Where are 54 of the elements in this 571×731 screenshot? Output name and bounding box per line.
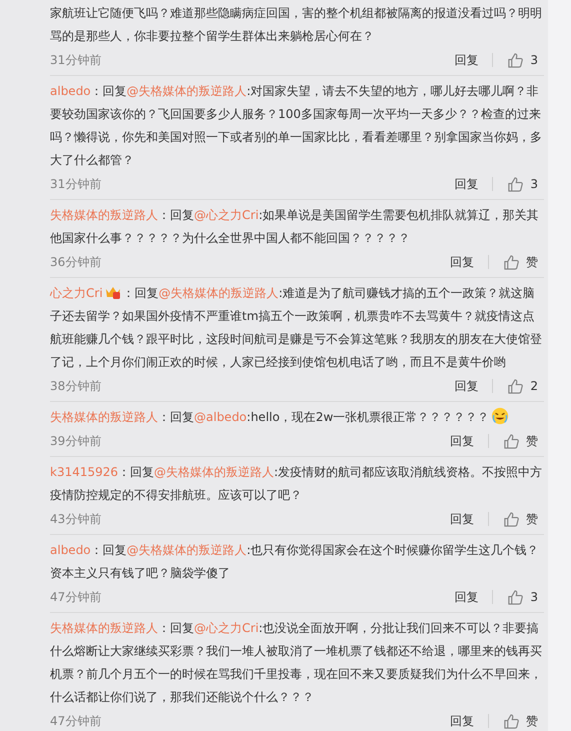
reply-link[interactable]: 回复 [454, 378, 478, 394]
thumbs-up-icon[interactable] [507, 378, 524, 394]
thumbs-up-icon[interactable] [503, 432, 520, 450]
comment-text: 失格媒体的叛逆路人：回复@心之力Cri:如果单说是美国留学生需要包机排队就算辽，那关其他国家什么事？？？？？为什么全世界中国人都不能回国？？？？？ [50, 207, 540, 247]
like-count: 3 [530, 177, 538, 191]
timestamp: 36分钟前 [50, 254, 102, 270]
timestamp: 31分钟前 [50, 176, 102, 192]
like-count: 赞 [526, 712, 538, 730]
user-link[interactable]: albedo [50, 84, 91, 98]
mention-link[interactable]: @失格媒体的叛逆路人 [158, 286, 279, 300]
comment-text: k31415926：回复@失格媒体的叛逆路人:发疫情财的航司都应该取消航线资格。不按照中方疫情防控规定的不得安排航班。应该可以了吧？ [50, 464, 544, 504]
thumbs-up-icon[interactable] [503, 712, 520, 730]
thumbs-up-icon[interactable] [507, 52, 524, 68]
reply-link[interactable]: 回复 [450, 712, 474, 730]
user-link[interactable]: k31415926 [50, 465, 118, 479]
comment-text: 家航班让它随便飞吗？难道那些隐瞒病症回国，害的整个机组都被隔离的报道没看过吗？明明骂的是那些人，你非要拉整个留学生群体出来躺枪居心何在？ [50, 5, 543, 45]
timestamp: 39分钟前 [50, 432, 102, 450]
comment-text: albedo：回复@失格媒体的叛逆路人:对国家失望，请去不失望的地方，哪儿好去哪儿啊？非要较劲国家该你的？飞回国要多少人服务？100多国家每周一次平均一天多少？？检查的过来吗？懒得说，你先和美国对照一下或者别的单一国家比比，看看差哪里？别拿国家当你妈，多大了什么都管？ [50, 83, 543, 169]
mention-link[interactable]: @失格媒体的叛逆路人 [126, 84, 247, 98]
like-count: 3 [530, 590, 538, 604]
like-count: 赞 [526, 254, 538, 270]
timestamp: 47分钟前 [50, 588, 102, 606]
user-link[interactable]: 失格媒体的叛逆路人 [50, 208, 158, 222]
like-count: 3 [530, 53, 538, 67]
comment-text: 心之力Cri ：回复@失格媒体的叛逆路人:难道是为了航司赚钱才搞的五个一政策？就这脑子还去留学？如果国外疫情不严重谁tm搞五个一政策啊，机票贵咋不去骂黄牛？就疫情这点航班能赚几个钱？跟平时比，这段时间航司是赚是亏不会算这笔账？我朋友的朋友在大使馆登了记，上个月你们闹正欢的时候，人家已经接到使馆包机电话了哟，而且不是黄牛价哟 [50, 284, 543, 371]
reply-link[interactable]: 回复 [450, 432, 474, 450]
thumbs-up-icon[interactable] [503, 510, 520, 528]
reply-link[interactable]: 回复 [454, 176, 478, 192]
reply-link[interactable]: 回复 [454, 52, 478, 68]
timestamp: 47分钟前 [50, 712, 102, 730]
user-link[interactable]: albedo [50, 543, 91, 557]
reply-link[interactable]: 回复 [450, 254, 474, 270]
thumbs-up-icon[interactable] [507, 588, 524, 606]
mention-link[interactable]: @失格媒体的叛逆路人 [154, 465, 274, 479]
mention-link[interactable]: @失格媒体的叛逆路人 [126, 543, 247, 557]
user-link[interactable]: 失格媒体的叛逆路人 [50, 621, 158, 635]
mention-link[interactable]: @心之力Cri [194, 621, 259, 635]
comment-text: 失格媒体的叛逆路人：回复@albedo:hello，现在2w一张机票很正常？？？？？？ [50, 406, 544, 429]
mention-link[interactable]: @albedo [194, 410, 247, 424]
comment-text: albedo：回复@失格媒体的叛逆路人:也只有你觉得国家会在这个时候赚你留学生这几个钱？资本主义只有钱了吧？脑袋学傻了 [50, 542, 540, 582]
thumbs-up-icon[interactable] [503, 254, 520, 270]
user-link[interactable]: 失格媒体的叛逆路人 [50, 410, 158, 424]
thumbs-up-icon[interactable] [507, 176, 524, 192]
like-count: 赞 [526, 510, 538, 528]
mention-link[interactable]: @心之力Cri [194, 208, 259, 222]
reply-link[interactable]: 回复 [450, 510, 474, 528]
like-count: 赞 [526, 432, 538, 450]
user-link[interactable]: 心之力Cri [50, 286, 103, 300]
like-count: 2 [530, 379, 538, 393]
timestamp: 38分钟前 [50, 378, 102, 394]
comment-text: 失格媒体的叛逆路人：回复@心之力Cri:也没说全面放开啊，分批让我们回来不可以？非要搞什么熔断让大家继续买彩票？我们一堆人被取消了一堆机票了钱都还不给退，哪里来的钱再买机票？前几个月五个一的时候在骂我们千里投毒，现在回不来又要质疑我们为什么不早回来，什么话都让你们说了，那我们还能说个什么？？？ [50, 620, 543, 706]
timestamp: 43分钟前 [50, 510, 102, 528]
timestamp: 31分钟前 [50, 52, 102, 68]
reply-link[interactable]: 回复 [454, 588, 478, 606]
